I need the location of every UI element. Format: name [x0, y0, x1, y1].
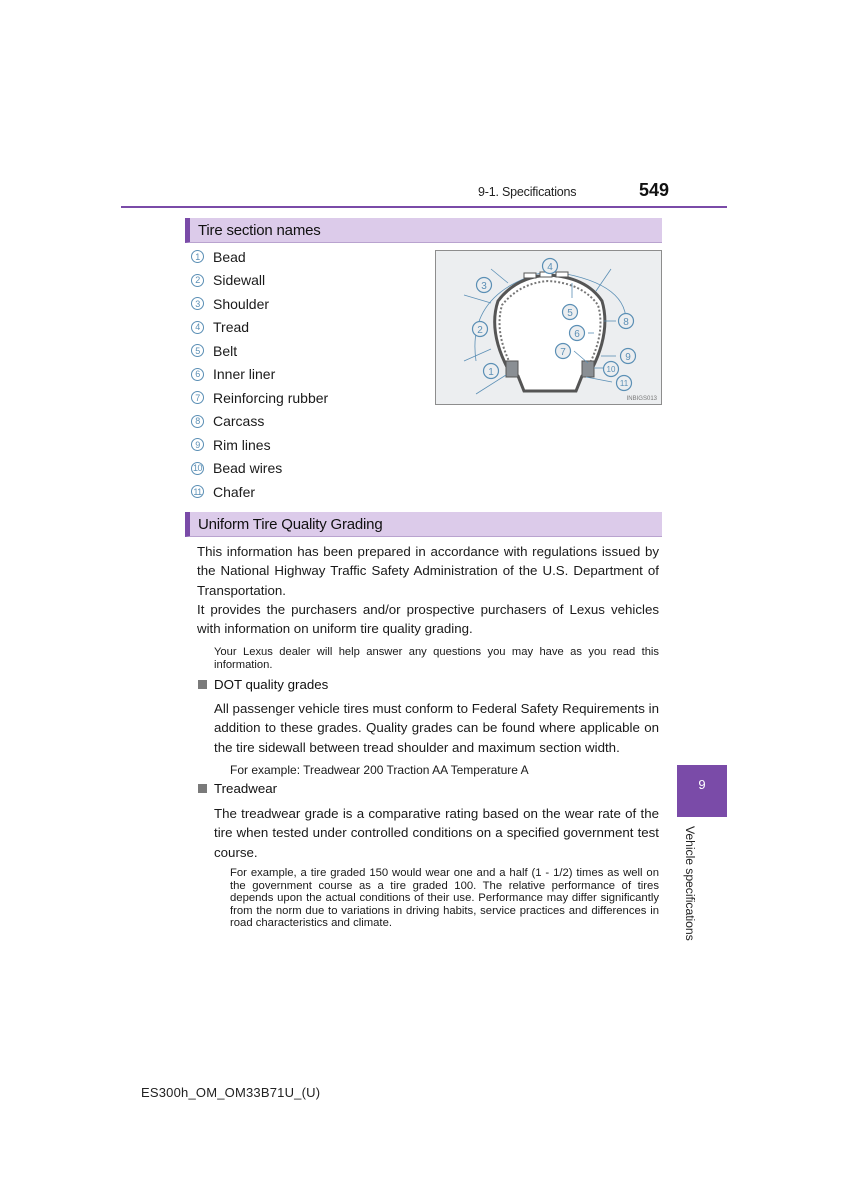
chapter-number: 9 — [698, 777, 706, 792]
intro-paragraph-1: This information has been prepared in ac… — [197, 544, 659, 598]
chapter-label: Vehicle specifications — [683, 826, 697, 941]
treadwear-note: For example, a tire graded 150 would wea… — [230, 867, 659, 929]
number-circle-icon: 3 — [191, 297, 204, 311]
number-circle-icon: 6 — [191, 367, 204, 381]
item-label: Bead — [213, 248, 246, 265]
callout-6: 6 — [574, 329, 580, 340]
chapter-tab[interactable]: 9 — [677, 765, 727, 817]
list-item: 2 Sidewall — [191, 269, 328, 293]
callout-5: 5 — [567, 308, 573, 319]
callout-8: 8 — [623, 317, 629, 328]
callout-11: 11 — [620, 379, 629, 388]
item-label: Rim lines — [213, 436, 271, 453]
section-heading-utqg: Uniform Tire Quality Grading — [185, 512, 662, 537]
number-circle-icon: 5 — [191, 344, 204, 358]
treadwear-heading: Treadwear — [198, 781, 277, 796]
intro-paragraph-2: It provides the purchasers and/or prospe… — [197, 602, 659, 637]
number-circle-icon: 1 — [191, 250, 204, 264]
list-item: 9 Rim lines — [191, 433, 328, 457]
item-label: Chafer — [213, 483, 256, 500]
square-bullet-icon — [198, 680, 207, 689]
diagram-code: INBIGS013 — [626, 396, 657, 402]
number-circle-icon: 11 — [191, 485, 204, 499]
list-item: 6 Inner liner — [191, 363, 328, 387]
callout-4: 4 — [547, 262, 553, 273]
number-circle-icon: 7 — [191, 391, 204, 405]
number-circle-icon: 9 — [191, 438, 204, 452]
list-item: 4 Tread — [191, 316, 328, 340]
list-item: 11 Chafer — [191, 480, 328, 504]
list-item: 8 Carcass — [191, 410, 328, 434]
list-item: 3 Shoulder — [191, 292, 328, 316]
header-section-title: 9-1. Specifications — [478, 185, 577, 199]
list-item: 7 Reinforcing rubber — [191, 386, 328, 410]
treadwear-body: The treadwear grade is a comparative rat… — [214, 806, 659, 860]
number-circle-icon: 10 — [191, 461, 204, 475]
dot-example: For example: Treadwear 200 Traction AA T… — [230, 763, 529, 777]
dot-body: All passenger vehicle tires must conform… — [214, 701, 659, 755]
number-circle-icon: 8 — [191, 414, 204, 428]
item-label: Shoulder — [213, 295, 270, 312]
callout-10: 10 — [607, 365, 616, 374]
callout-2: 2 — [477, 325, 483, 336]
callout-9: 9 — [625, 352, 631, 363]
tire-illustration: 1 2 3 4 5 6 7 8 9 10 11 — [463, 257, 637, 395]
list-item: 10 Bead wires — [191, 457, 328, 481]
list-item: 1 Bead — [191, 245, 328, 269]
item-label: Inner liner — [213, 366, 276, 383]
section-heading-tire-section-names: Tire section names — [185, 218, 662, 243]
section-title: Uniform Tire Quality Grading — [198, 516, 383, 533]
dot-quality-grades-heading: DOT quality grades — [198, 677, 328, 692]
callout-1: 1 — [488, 367, 494, 378]
item-label: Belt — [213, 342, 238, 359]
item-label: Reinforcing rubber — [213, 389, 329, 406]
number-circle-icon: 2 — [191, 273, 204, 287]
document-id-footer: ES300h_OM_OM33B71U_(U) — [141, 1085, 321, 1100]
page-number: 549 — [639, 180, 670, 200]
section-title: Tire section names — [198, 222, 321, 239]
item-label: Bead wires — [213, 460, 283, 477]
item-label: Sidewall — [213, 272, 266, 289]
tire-cross-section-diagram: 1 2 3 4 5 6 7 8 9 10 11 INBIGS013 — [435, 250, 662, 405]
number-circle-icon: 4 — [191, 320, 204, 334]
heading-text: Treadwear — [214, 781, 278, 796]
callout-7: 7 — [560, 347, 566, 358]
list-item: 5 Belt — [191, 339, 328, 363]
dealer-note: Your Lexus dealer will help answer any q… — [214, 646, 659, 671]
square-bullet-icon — [198, 784, 207, 793]
tire-section-list: 1 Bead 2 Sidewall 3 Shoulder 4 Tread 5 Belt 6… — [191, 245, 328, 504]
item-label: Carcass — [213, 413, 265, 430]
callout-3: 3 — [481, 281, 487, 292]
heading-text: DOT quality grades — [214, 677, 329, 692]
header-rule — [121, 206, 727, 208]
item-label: Tread — [213, 319, 250, 336]
